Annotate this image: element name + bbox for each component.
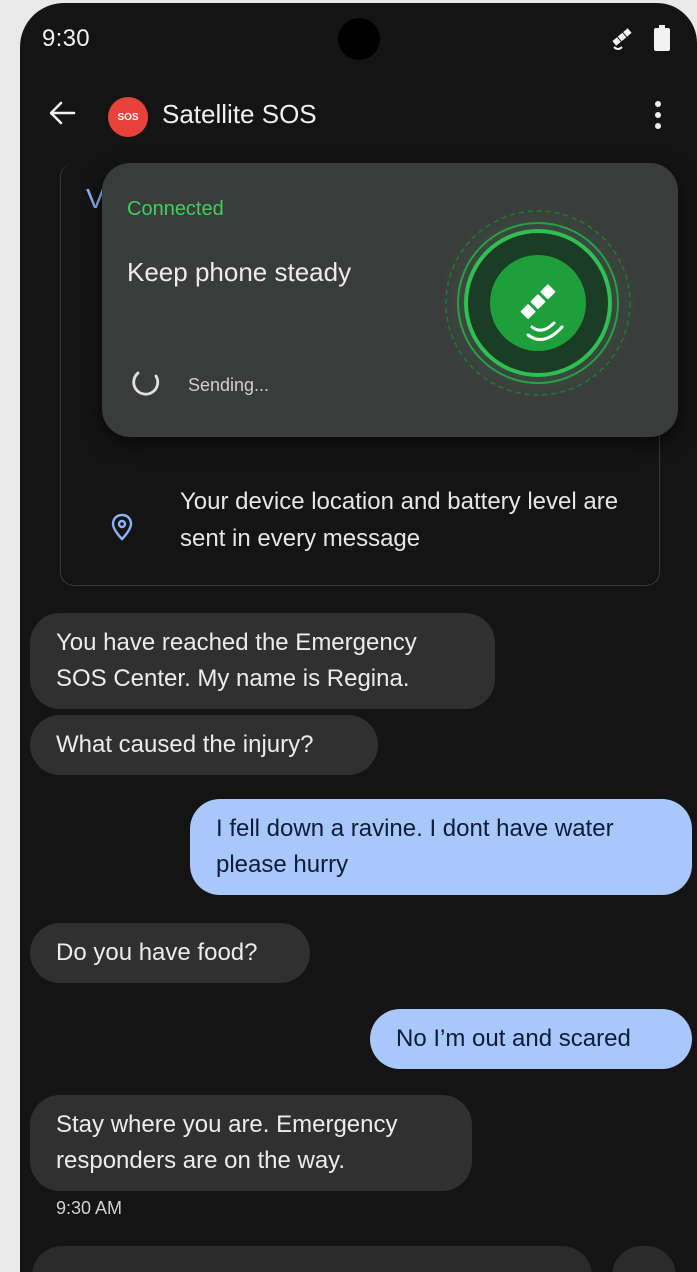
connection-status: Connected bbox=[127, 198, 224, 220]
message-incoming: You have reached the Emergency SOS Cente… bbox=[30, 613, 495, 709]
message-incoming: Stay where you are. Emergency responders… bbox=[30, 1095, 472, 1191]
message-outgoing: No I’m out and scared bbox=[370, 1009, 692, 1069]
status-bar: 9:30 bbox=[20, 3, 697, 75]
page-title: Satellite SOS bbox=[162, 99, 317, 129]
camera-cutout bbox=[338, 18, 380, 60]
satellite-status-icon bbox=[612, 28, 632, 50]
phone-screen: 9:30 SOS Satellite SOS V Your device loc… bbox=[20, 3, 697, 1272]
status-time: 9:30 bbox=[42, 25, 90, 52]
satellite-connection-popup: Connected Keep phone steady Sending... bbox=[102, 163, 678, 437]
more-options-icon[interactable] bbox=[646, 97, 670, 133]
instruction-text: Keep phone steady bbox=[127, 257, 352, 287]
sending-status: Sending... bbox=[188, 375, 270, 395]
message-incoming: What caused the injury? bbox=[30, 715, 378, 775]
satellite-signal-icon bbox=[438, 203, 638, 403]
location-pin-icon bbox=[111, 513, 133, 541]
send-button[interactable] bbox=[612, 1246, 676, 1272]
app-bar: SOS Satellite SOS bbox=[20, 83, 697, 147]
message-input[interactable] bbox=[32, 1246, 592, 1272]
sos-avatar: SOS bbox=[108, 97, 148, 137]
message-incoming: Do you have food? bbox=[30, 923, 310, 983]
battery-icon bbox=[654, 25, 670, 51]
message-timestamp: 9:30 AM bbox=[56, 1198, 123, 1218]
loading-spinner-icon bbox=[132, 371, 160, 396]
location-info-text: Your device location and battery level a… bbox=[180, 488, 619, 552]
back-arrow-icon[interactable] bbox=[46, 97, 78, 129]
message-outgoing: I fell down a ravine. I dont have water … bbox=[190, 799, 692, 895]
